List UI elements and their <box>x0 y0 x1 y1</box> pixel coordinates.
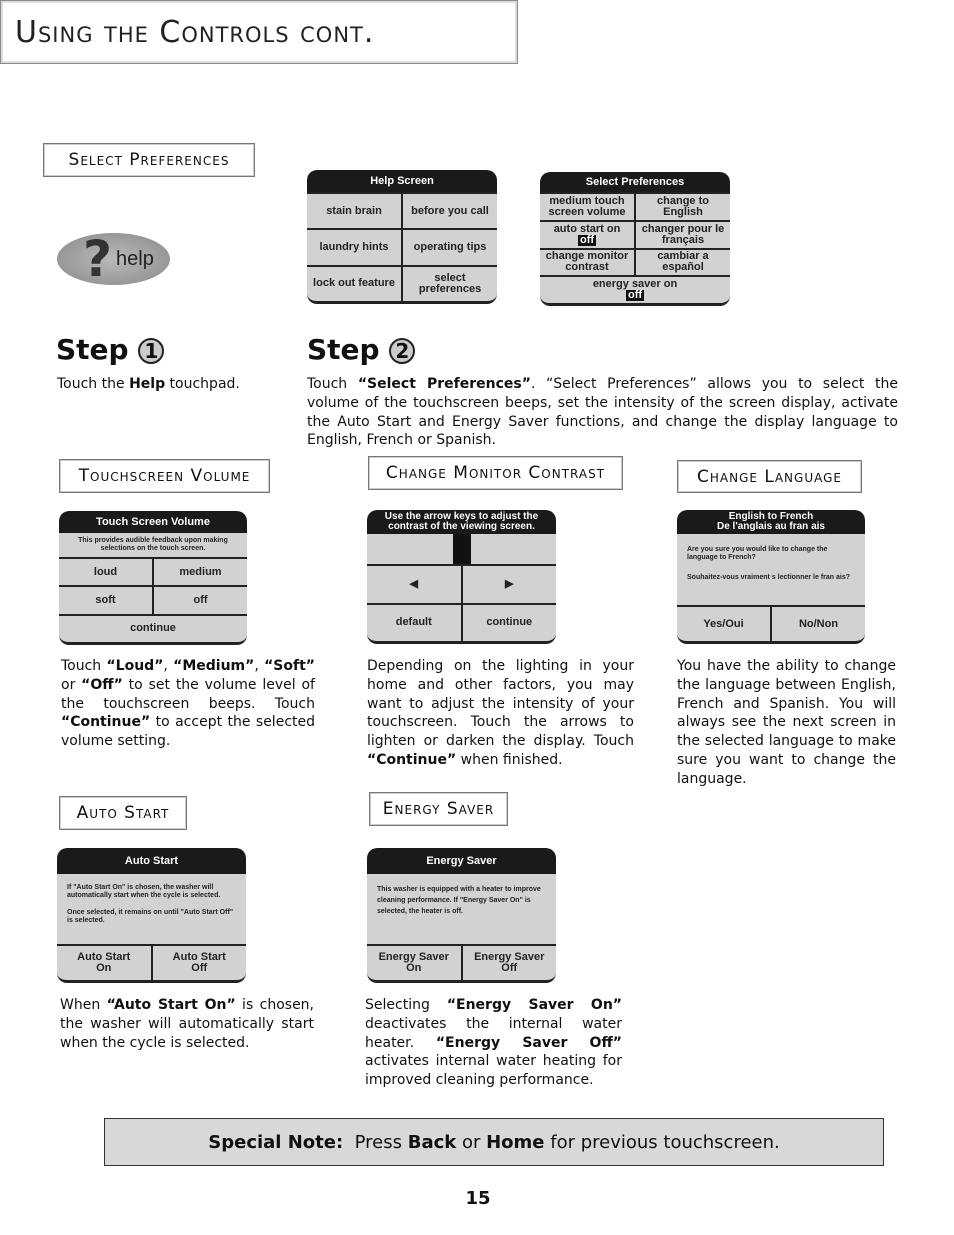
help-screen: Help Screen stain brain before you call … <box>307 170 497 304</box>
contrast-indicator <box>453 534 471 564</box>
select-preferences-screen: Select Preferences medium touch screen v… <box>540 172 730 306</box>
auto-start-on-button[interactable]: Auto Start On <box>57 946 151 980</box>
auto-start-text: When “Auto Start On” is chosen, the wash… <box>60 997 315 1051</box>
screen-message: If "Auto Start On" is chosen, the washer… <box>67 884 221 899</box>
screen-message: Once selected, it remains on until "Auto… <box>67 909 234 924</box>
special-note: Special Note: Press Back or Home for pre… <box>104 1118 884 1166</box>
continue-button[interactable]: continue <box>59 615 247 642</box>
page-title: Using the Controls cont. <box>0 0 518 64</box>
help-icon: ? help <box>57 233 170 285</box>
section-heading-volume: Touchscreen Volume <box>59 459 270 493</box>
default-button[interactable]: default <box>367 604 461 641</box>
loud-button[interactable]: loud <box>59 559 152 586</box>
continue-button[interactable]: continue <box>462 604 556 641</box>
french-button[interactable]: changer pour le français <box>636 221 730 248</box>
screen-message: This washer is equipped with a heater to… <box>367 874 556 946</box>
lock-out-button[interactable]: lock out feature <box>307 266 401 301</box>
screen-title: Energy Saver <box>367 848 556 874</box>
auto-start-off-button[interactable]: Auto Start Off <box>152 946 246 980</box>
contrast-button[interactable]: change monitor contrast <box>540 249 634 276</box>
section-heading-select-preferences: Select Preferences <box>43 143 255 177</box>
volume-button[interactable]: medium touch screen volume <box>540 194 634 220</box>
question-mark-icon: ? <box>83 230 113 288</box>
step-1-heading: Step 1 <box>56 333 165 366</box>
before-you-call-button[interactable]: before you call <box>403 194 497 229</box>
touch-screen-volume-screen: Touch Screen Volume This provides audibl… <box>59 511 247 645</box>
contrast-text: Depending on the lighting in your home a… <box>367 658 634 768</box>
help-label: help <box>116 247 154 270</box>
step-2-heading: Step 2 <box>307 333 416 366</box>
screen-title: Auto Start <box>57 848 246 874</box>
page-number: 15 <box>465 1188 491 1209</box>
energy-saver-button[interactable]: energy saver on off <box>540 277 730 303</box>
auto-start-button[interactable]: auto start on off <box>540 221 634 248</box>
off-indicator: off <box>577 233 597 246</box>
screen-message: Are you sure you would like to change th… <box>687 546 828 561</box>
soft-button[interactable]: soft <box>59 587 152 614</box>
english-button[interactable]: change to English <box>636 194 730 220</box>
stain-brain-button[interactable]: stain brain <box>307 194 401 229</box>
label: auto start on <box>553 222 621 235</box>
screen-title: Use the arrow keys to adjust the contras… <box>367 510 556 534</box>
screen-title: Select Preferences <box>540 172 730 192</box>
select-preferences-button[interactable]: select preferences <box>403 266 497 301</box>
energy-saver-on-button[interactable]: Energy Saver On <box>367 946 461 980</box>
step-number: 2 <box>389 338 416 364</box>
section-heading-contrast: Change Monitor Contrast <box>368 456 623 490</box>
screen-message-french: Souhaitez-vous vraiment s lectionner le … <box>687 574 850 581</box>
step-1-text: Touch the Help touchpad. <box>57 376 240 392</box>
screen-title: Help Screen <box>307 170 497 192</box>
step-number: 1 <box>138 338 165 364</box>
energy-saver-screen: Energy Saver This washer is equipped wit… <box>367 848 556 983</box>
yes-button[interactable]: Yes/Oui <box>677 607 770 641</box>
screen-title-french: De l'anglais au fran ais <box>717 521 825 532</box>
off-button[interactable]: off <box>154 587 247 614</box>
screen-title: Touch Screen Volume <box>59 511 247 533</box>
section-heading-energy-saver: Energy Saver <box>369 792 508 826</box>
laundry-hints-button[interactable]: laundry hints <box>307 230 401 265</box>
arrow-left-button[interactable]: ◀ <box>367 566 461 603</box>
volume-text: Touch “Loud”, “Medium”, “Soft” or “Off” … <box>61 658 315 750</box>
energy-saver-text: Selecting “Energy Saver On” deactivates … <box>365 997 622 1089</box>
auto-start-screen: Auto Start If "Auto Start On" is chosen,… <box>57 848 246 983</box>
section-heading-auto-start: Auto Start <box>59 796 187 830</box>
operating-tips-button[interactable]: operating tips <box>403 230 497 265</box>
no-button[interactable]: No/Non <box>772 607 865 641</box>
spanish-button[interactable]: cambiar a español <box>636 249 730 276</box>
language-screen: English to French De l'anglais au fran ai… <box>677 510 865 644</box>
medium-button[interactable]: medium <box>154 559 247 586</box>
step-2-text: Touch “Select Preferences”. “Select Pref… <box>307 376 899 449</box>
energy-saver-off-button[interactable]: Energy Saver Off <box>462 946 556 980</box>
arrow-right-button[interactable]: ▶ <box>462 566 556 603</box>
section-heading-language: Change Language <box>677 460 862 493</box>
contrast-screen: Use the arrow keys to adjust the contras… <box>367 510 556 644</box>
language-text: You have the ability to change the langu… <box>677 658 896 787</box>
arrow-right-icon: ▶ <box>505 577 514 590</box>
arrow-left-icon: ◀ <box>409 577 418 590</box>
screen-message: This provides audible feedback upon maki… <box>59 533 247 559</box>
contrast-level-bar <box>367 534 556 566</box>
off-indicator: off <box>625 289 645 302</box>
